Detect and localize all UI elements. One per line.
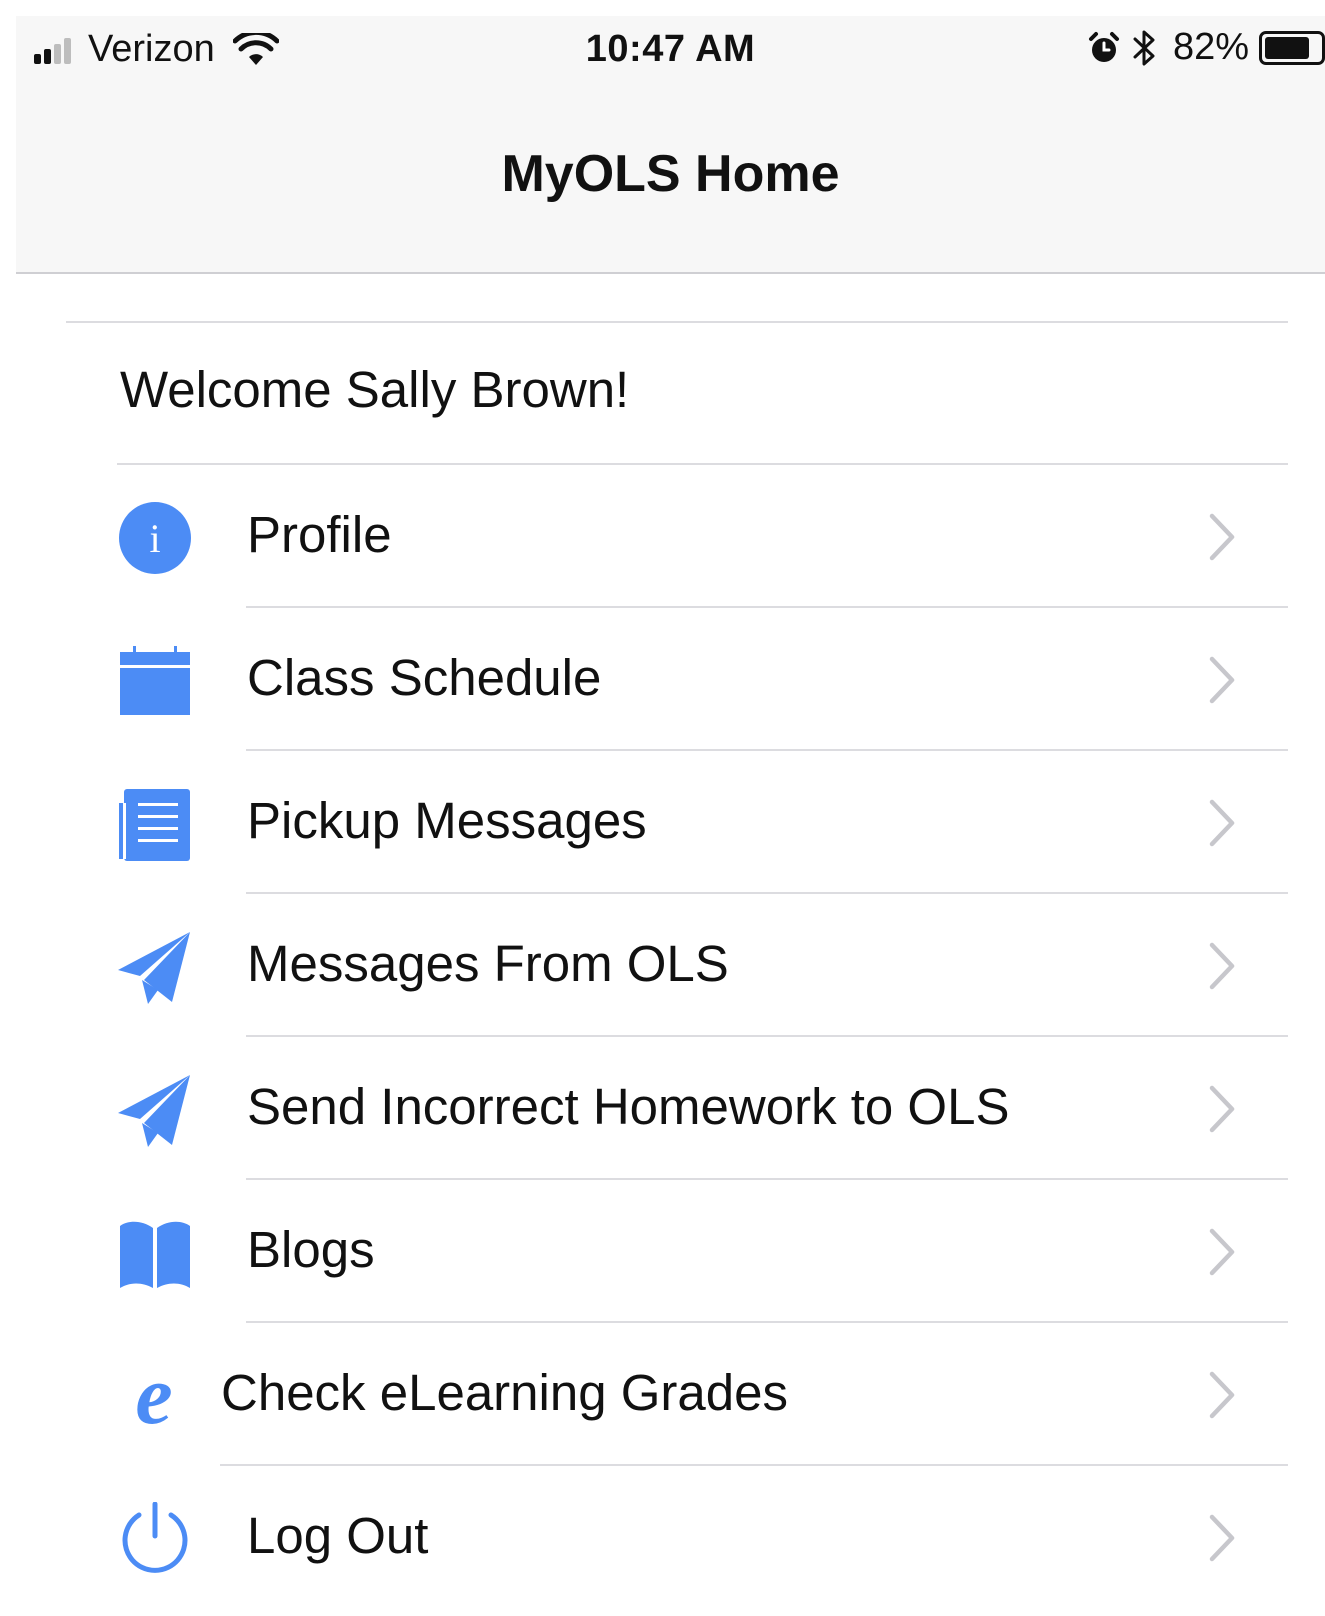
notepad-icon: [119, 789, 190, 861]
menu-item-label: Log Out: [247, 1507, 429, 1564]
welcome-message: Welcome Sally Brown!: [120, 361, 630, 418]
status-right: 82%: [1087, 26, 1325, 69]
chevron-right-icon: [1209, 513, 1235, 561]
page-title: MyOLS Home: [501, 145, 840, 203]
menu-item-label: Check eLearning Grades: [221, 1364, 789, 1421]
bluetooth-icon: [1133, 30, 1155, 65]
battery-fill: [1265, 36, 1309, 59]
menu-item-label: Messages From OLS: [247, 935, 729, 992]
paper-plane-icon: [118, 932, 190, 1004]
svg-text:e: e: [135, 1359, 172, 1433]
menu-item-log-out[interactable]: Log Out: [0, 1466, 1325, 1609]
menu-item-send-incorrect-homework[interactable]: Send Incorrect Homework to OLS: [0, 1037, 1325, 1180]
menu-item-messages-from-ols[interactable]: Messages From OLS: [0, 894, 1325, 1037]
book-icon: [120, 1221, 190, 1288]
chevron-right-icon: [1209, 799, 1235, 847]
power-icon: [122, 1502, 188, 1573]
alarm-icon: [1088, 31, 1119, 62]
chevron-right-icon: [1209, 1228, 1235, 1276]
menu-item-profile[interactable]: i Profile: [0, 465, 1325, 608]
navigation-bar: MyOLS Home: [16, 84, 1325, 274]
chevron-right-icon: [1209, 1514, 1235, 1562]
chevron-right-icon: [1209, 1085, 1235, 1133]
menu-item-label: Profile: [247, 506, 392, 563]
battery-percent: 82%: [1172, 26, 1249, 68]
app-screen: Verizon 10:47 AM 82% MyOLS Home Welcome …: [0, 0, 1325, 1616]
svg-text:i: i: [149, 516, 160, 561]
menu-item-label: Class Schedule: [247, 649, 602, 706]
info-icon: i: [119, 502, 191, 574]
chevron-right-icon: [1209, 1371, 1235, 1419]
divider: [66, 321, 1288, 323]
status-bar: Verizon 10:47 AM 82%: [16, 16, 1325, 84]
menu-item-blogs[interactable]: Blogs: [0, 1180, 1325, 1323]
chevron-right-icon: [1209, 942, 1235, 990]
menu-item-label: Send Incorrect Homework to OLS: [247, 1078, 1010, 1135]
menu-item-check-elearning-grades[interactable]: e Check eLearning Grades: [0, 1323, 1325, 1466]
menu-item-class-schedule[interactable]: Class Schedule: [0, 608, 1325, 751]
calendar-icon: [120, 646, 190, 715]
elearning-icon: e: [135, 1359, 172, 1433]
paper-plane-icon: [118, 1075, 190, 1147]
menu-item-pickup-messages[interactable]: Pickup Messages: [0, 751, 1325, 894]
chevron-right-icon: [1209, 656, 1235, 704]
menu-item-label: Blogs: [247, 1221, 375, 1278]
battery-icon: [1259, 30, 1325, 65]
menu-item-label: Pickup Messages: [247, 792, 647, 849]
